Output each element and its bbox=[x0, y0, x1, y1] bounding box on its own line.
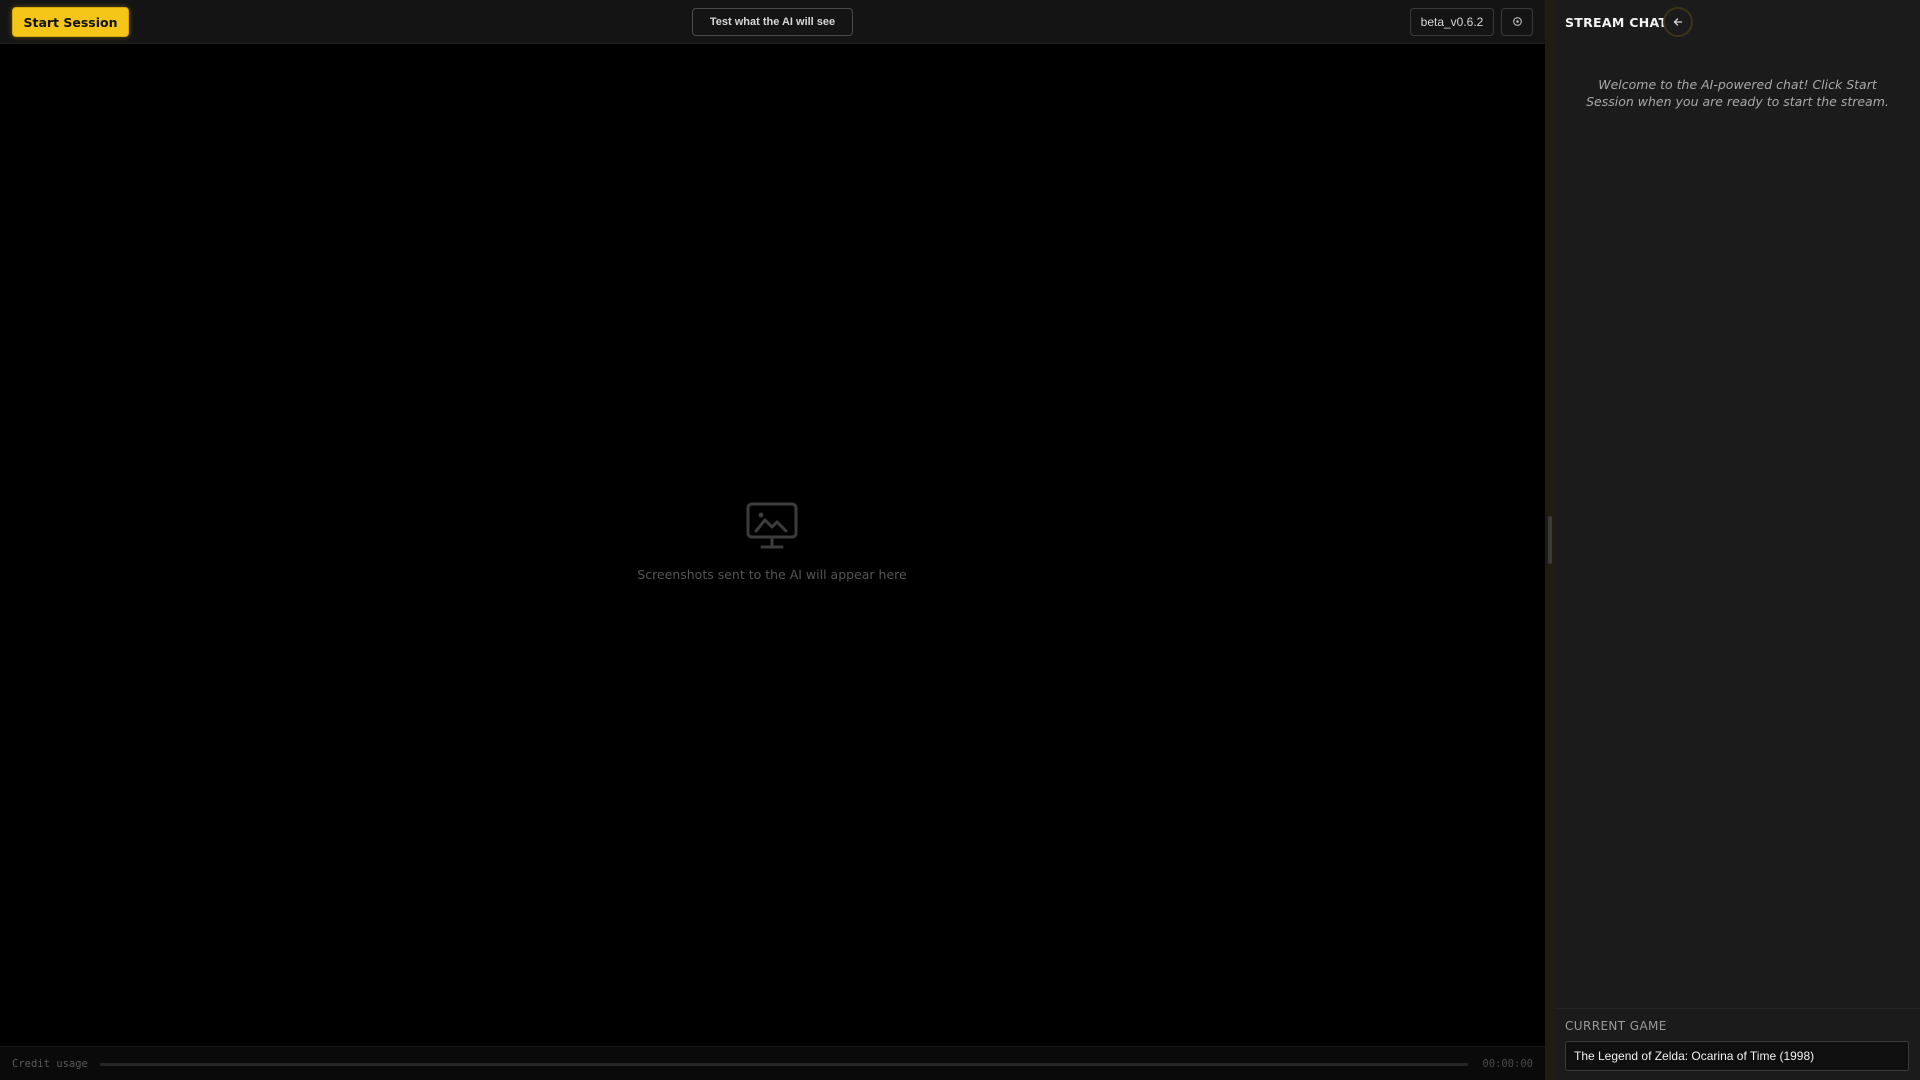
chat-title: STREAM CHAT bbox=[1565, 15, 1668, 30]
session-timer: 00:00:00 bbox=[1482, 1058, 1533, 1070]
panel-divider[interactable] bbox=[1545, 0, 1555, 1080]
stream-chat-panel: STREAM CHAT Welcome to the AI-powered ch… bbox=[1555, 0, 1920, 1080]
test-ai-view-button[interactable]: Test what the AI will see bbox=[692, 8, 853, 36]
current-game-label: CURRENT GAME bbox=[1565, 1019, 1667, 1033]
arrow-left-icon bbox=[1673, 15, 1683, 30]
app-window: Start Session Test what the AI will see … bbox=[0, 0, 1920, 1080]
chat-header: STREAM CHAT bbox=[1555, 0, 1920, 44]
settings-button[interactable] bbox=[1501, 8, 1533, 36]
credit-usage-track bbox=[100, 1063, 1468, 1066]
collapse-chat-button[interactable] bbox=[1663, 7, 1693, 37]
chat-welcome-message: Welcome to the AI-powered chat! Click St… bbox=[1586, 77, 1889, 109]
current-game-input[interactable] bbox=[1565, 1041, 1909, 1071]
monitor-image-icon bbox=[572, 502, 972, 554]
screenshot-empty-state: Screenshots sent to the AI will appear h… bbox=[572, 502, 972, 592]
main-area: Start Session Test what the AI will see … bbox=[0, 0, 1545, 1080]
credit-usage-bar: Credit usage 00:00:00 bbox=[0, 1046, 1545, 1080]
current-game-section: CURRENT GAME bbox=[1555, 1008, 1920, 1080]
top-toolbar: Start Session Test what the AI will see … bbox=[0, 0, 1545, 44]
start-session-button[interactable]: Start Session bbox=[12, 7, 129, 37]
gear-icon bbox=[1512, 15, 1523, 30]
version-badge[interactable]: beta_v0.6.2 bbox=[1410, 8, 1494, 36]
credit-usage-label: Credit usage bbox=[12, 1058, 88, 1070]
divider-drag-handle[interactable] bbox=[1548, 516, 1552, 564]
empty-state-text: Screenshots sent to the AI will appear h… bbox=[637, 567, 907, 582]
